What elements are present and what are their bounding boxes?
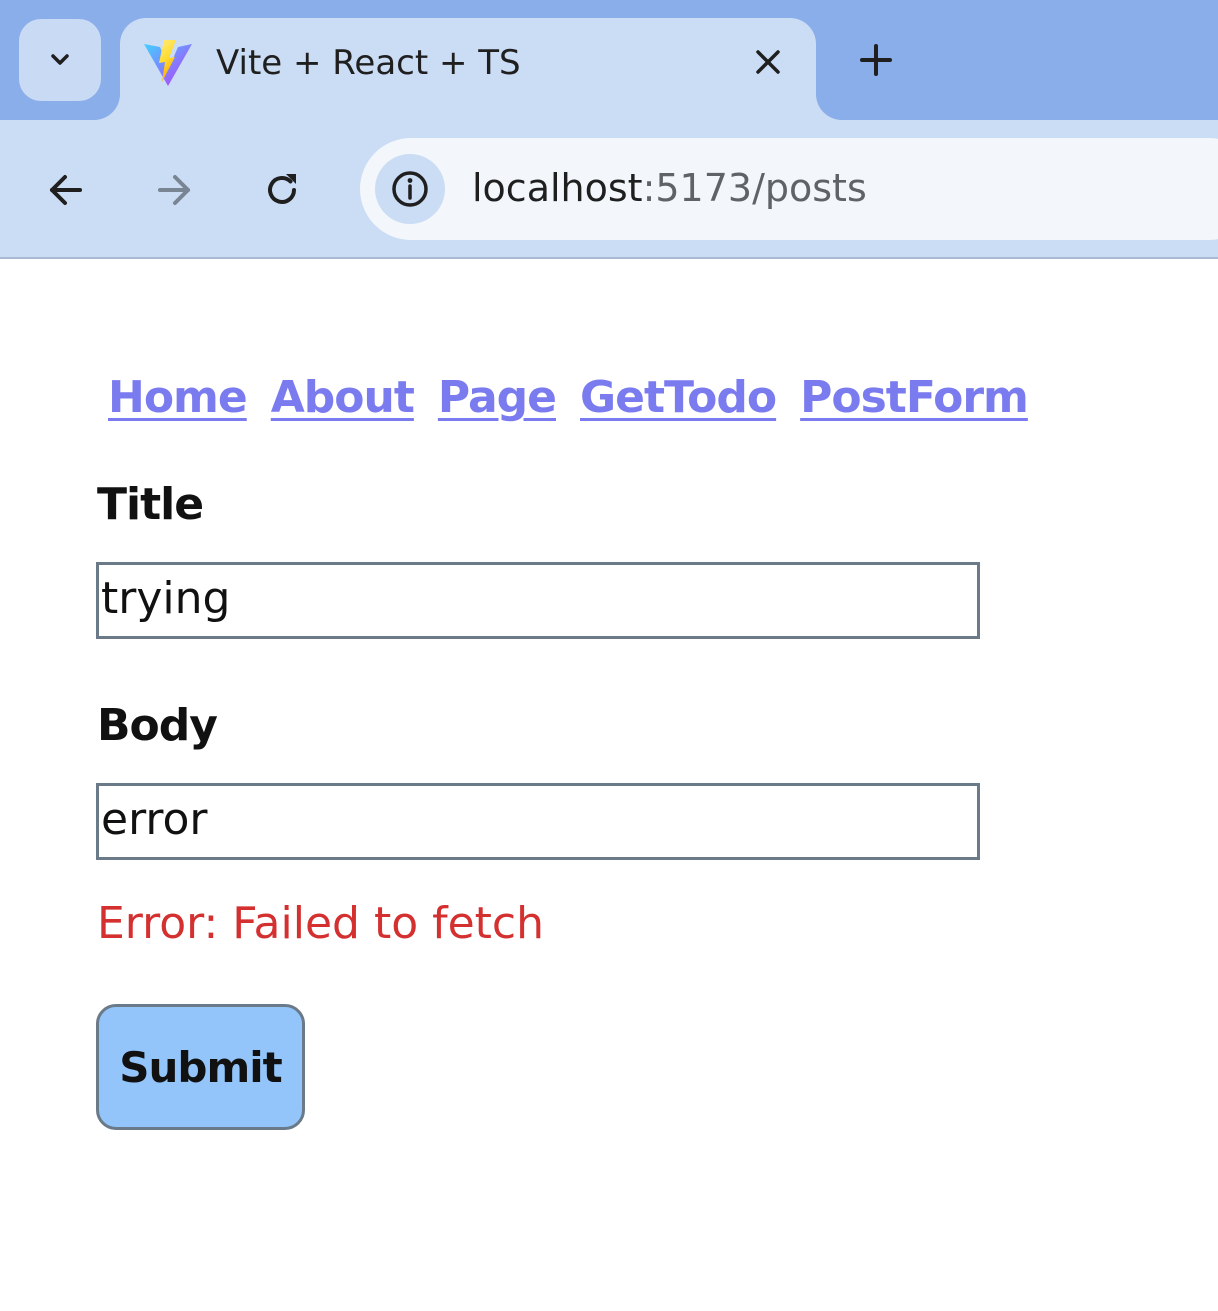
body-input[interactable] (96, 783, 980, 860)
arrow-left-icon (50, 175, 82, 205)
error-message: Error: Failed to fetch (97, 898, 545, 949)
arrow-right-icon (158, 175, 190, 205)
nav-link-home[interactable]: Home (108, 368, 248, 428)
nav-link-page[interactable]: Page (438, 368, 557, 428)
nav-link-postform[interactable]: PostForm (800, 368, 1029, 428)
close-icon (756, 50, 780, 74)
forward-button[interactable] (148, 164, 200, 216)
body-label: Body (97, 700, 218, 751)
plus-icon (860, 44, 892, 76)
reload-icon (268, 174, 296, 204)
back-button[interactable] (40, 164, 92, 216)
nav-link-gettodo[interactable]: GetTodo (580, 368, 777, 428)
site-info-button[interactable] (375, 154, 445, 224)
new-tab-button[interactable] (852, 36, 900, 84)
vite-logo-icon (144, 40, 192, 86)
reload-button[interactable] (256, 164, 308, 216)
page-nav: Home About Page GetTodo PostForm (108, 368, 1029, 428)
submit-button[interactable]: Submit (96, 1004, 305, 1130)
active-tab[interactable]: Vite + React + TS (120, 18, 816, 120)
url-host: localhost (472, 166, 643, 210)
tab-strip: Vite + React + TS (0, 0, 1218, 120)
title-label: Title (97, 479, 204, 530)
tab-close-button[interactable] (746, 40, 790, 84)
address-bar[interactable]: localhost:5173/posts (360, 138, 1218, 240)
nav-link-about[interactable]: About (271, 368, 415, 428)
info-icon (392, 171, 428, 207)
url-text: localhost:5173/posts (472, 162, 867, 214)
chevron-down-icon (51, 54, 69, 65)
url-path: :5173/posts (642, 166, 867, 210)
browser-toolbar: localhost:5173/posts (0, 120, 1218, 259)
tab-search-button[interactable] (19, 19, 101, 101)
title-input[interactable] (96, 562, 980, 639)
tab-title: Vite + React + TS (216, 43, 521, 83)
